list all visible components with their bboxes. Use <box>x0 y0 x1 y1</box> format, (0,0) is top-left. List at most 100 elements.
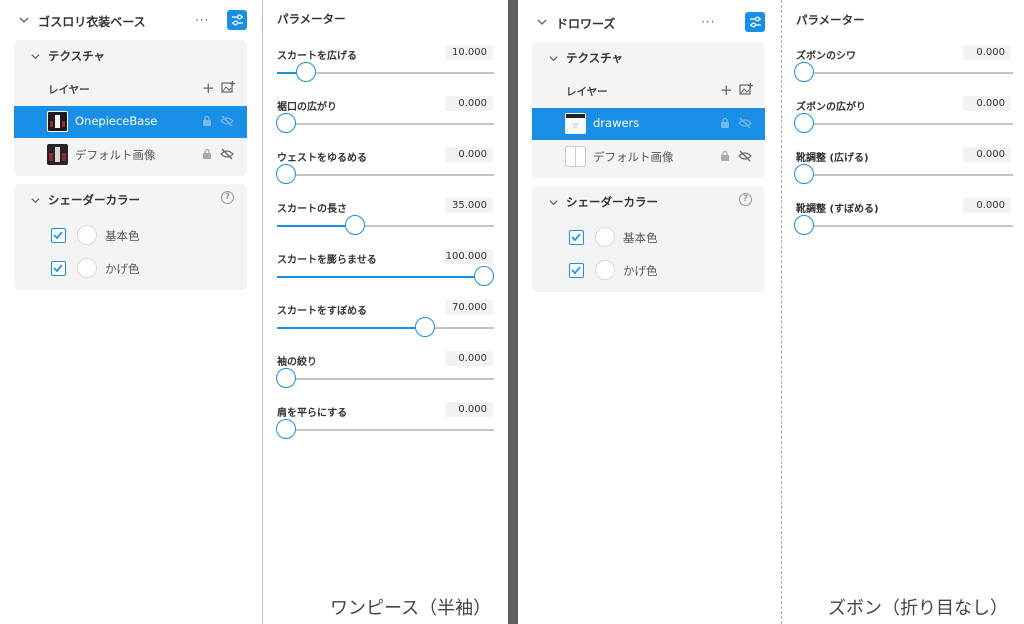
add-image-icon[interactable] <box>221 81 235 93</box>
texture-title: テクスチャ <box>48 49 106 63</box>
parameter-value-input[interactable]: 0.000 <box>445 96 493 111</box>
parameter-slider-row: 裾口の広がり 0.000 <box>263 96 508 148</box>
shader-item: かげ色 <box>532 256 765 286</box>
eye-hidden-icon[interactable] <box>738 117 752 129</box>
parameter-value-input[interactable]: 0.000 <box>445 147 493 162</box>
parameter-slider-row: 肩を平らにする 0.000 <box>263 402 508 454</box>
parameter-value-input[interactable]: 0.000 <box>963 147 1011 162</box>
group-title: ドロワーズ <box>556 17 616 31</box>
parameter-slider-row: ズボンの広がり 0.000 <box>782 96 1024 148</box>
texture-card: テクスチャ レイヤー + drawers デフォルト画像 <box>532 42 765 178</box>
color-swatch[interactable] <box>595 260 615 280</box>
slider-thumb[interactable] <box>276 164 296 184</box>
slider-thumb[interactable] <box>794 215 814 235</box>
shader-card-header[interactable]: シェーダーカラー ? <box>14 184 247 216</box>
parameter-panel-right: パラメーター ズボンのシワ 0.000 ズボンの広がり 0.000 靴調整 (広げる) 0… <box>782 0 1024 624</box>
layer-header: レイヤー + <box>532 78 765 106</box>
chevron-down-icon[interactable] <box>30 51 41 62</box>
settings-button[interactable] <box>745 12 765 32</box>
shader-card: シェーダーカラー ? 基本色 かげ色 <box>14 184 247 290</box>
parameter-panel-left: パラメーター スカートを広げる 10.000 裾口の広がり 0.000 ウェストをゆるめ… <box>263 0 508 624</box>
slider-thumb[interactable] <box>794 62 814 82</box>
parameter-value-input[interactable]: 70.000 <box>445 300 493 315</box>
add-layer-icon[interactable]: + <box>720 81 733 99</box>
slider-thumb[interactable] <box>276 368 296 388</box>
color-swatch[interactable] <box>77 225 97 245</box>
parameter-label: スカートの長さ <box>277 204 347 215</box>
slider-thumb[interactable] <box>295 62 316 82</box>
parameter-value-input[interactable]: 0.000 <box>963 198 1011 213</box>
slider-thumb[interactable] <box>794 164 814 184</box>
layer-thumbnail <box>47 144 68 165</box>
parameter-slider-row: スカートの長さ 35.000 <box>263 198 508 250</box>
slider-track[interactable] <box>796 72 1013 74</box>
slider-track[interactable] <box>277 429 494 431</box>
parameter-value-input[interactable]: 0.000 <box>963 96 1011 111</box>
add-image-icon[interactable] <box>739 83 753 95</box>
slider-thumb[interactable] <box>474 266 494 286</box>
sliders-icon <box>749 16 761 28</box>
texture-title: テクスチャ <box>566 51 624 65</box>
lock-icon[interactable] <box>720 150 730 162</box>
add-layer-icon[interactable]: + <box>202 79 215 97</box>
slider-thumb[interactable] <box>794 113 814 133</box>
parameter-value-input[interactable]: 35.000 <box>445 198 493 213</box>
chevron-down-icon[interactable] <box>18 14 30 26</box>
shader-card: シェーダーカラー ? 基本色 かげ色 <box>532 186 765 292</box>
parameter-value-input[interactable]: 0.000 <box>445 402 493 417</box>
layer-label: レイヤー <box>48 84 90 96</box>
layer-thumbnail <box>565 146 586 167</box>
eye-hidden-icon[interactable] <box>220 115 234 127</box>
slider-track[interactable] <box>277 174 494 176</box>
parameter-label: スカートを広げる <box>277 51 357 62</box>
layer-item-selected[interactable]: OnepieceBase <box>14 106 247 138</box>
lock-icon[interactable] <box>202 115 212 127</box>
layer-item[interactable]: デフォルト画像 <box>14 139 247 171</box>
slider-track[interactable] <box>277 276 494 278</box>
layer-item[interactable]: デフォルト画像 <box>532 141 765 173</box>
slider-thumb[interactable] <box>276 419 296 439</box>
color-swatch[interactable] <box>77 258 97 278</box>
chevron-down-icon[interactable] <box>548 53 559 64</box>
lock-icon[interactable] <box>202 148 212 160</box>
slider-track[interactable] <box>277 378 494 380</box>
eye-hidden-icon[interactable] <box>220 148 234 160</box>
texture-card-header[interactable]: テクスチャ <box>532 42 765 74</box>
lock-icon[interactable] <box>720 117 730 129</box>
slider-thumb[interactable] <box>345 215 366 235</box>
chevron-down-icon[interactable] <box>548 197 559 208</box>
settings-button[interactable] <box>227 10 247 30</box>
color-swatch[interactable] <box>595 227 615 247</box>
parameter-value-input[interactable]: 0.000 <box>963 45 1011 60</box>
shader-card-header[interactable]: シェーダーカラー ? <box>532 186 765 218</box>
parameter-label: ズボンのシワ <box>796 51 856 62</box>
slider-track[interactable] <box>277 123 494 125</box>
group-header[interactable]: ドロワーズ ··· <box>518 10 781 38</box>
help-icon[interactable]: ? <box>739 193 752 206</box>
eye-hidden-icon[interactable] <box>738 150 752 162</box>
more-options-icon[interactable]: ··· <box>195 13 209 27</box>
slider-track[interactable] <box>796 123 1013 125</box>
group-header[interactable]: ゴスロリ衣装ベース ··· <box>0 8 262 36</box>
parameter-value-input[interactable]: 10.000 <box>445 45 493 60</box>
chevron-down-icon[interactable] <box>536 16 548 28</box>
checkbox-checked[interactable] <box>569 230 584 245</box>
help-icon[interactable]: ? <box>221 191 234 204</box>
checkbox-checked[interactable] <box>51 228 66 243</box>
layer-name: drawers <box>593 116 640 130</box>
checkbox-checked[interactable] <box>51 261 66 276</box>
parameter-label: ズボンの広がり <box>796 102 866 113</box>
slider-track[interactable] <box>796 225 1013 227</box>
layer-item-selected[interactable]: drawers <box>532 108 765 140</box>
slider-thumb[interactable] <box>414 317 435 337</box>
checkbox-checked[interactable] <box>569 263 584 278</box>
parameter-value-input[interactable]: 100.000 <box>445 249 493 264</box>
chevron-down-icon[interactable] <box>30 195 41 206</box>
slider-track[interactable] <box>796 174 1013 176</box>
more-options-icon[interactable]: ··· <box>701 15 715 29</box>
slider-track[interactable] <box>277 225 494 227</box>
slider-thumb[interactable] <box>276 113 296 133</box>
texture-card-header[interactable]: テクスチャ <box>14 40 247 72</box>
slider-track[interactable] <box>277 327 494 329</box>
parameter-value-input[interactable]: 0.000 <box>445 351 493 366</box>
